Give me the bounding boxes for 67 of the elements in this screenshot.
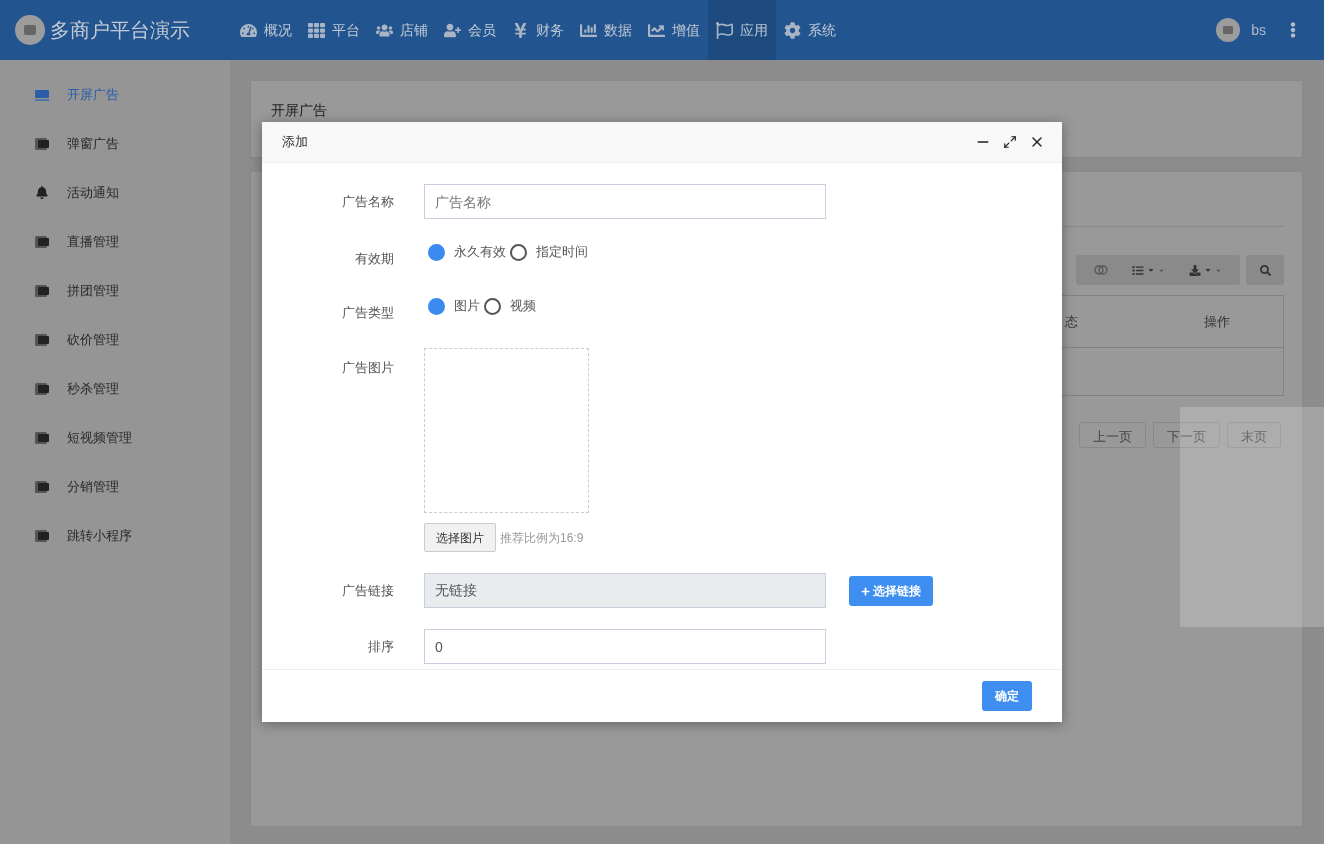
ad-icon xyxy=(35,529,49,542)
ad-icon xyxy=(35,431,49,444)
nav-item[interactable]: 平台 xyxy=(300,0,368,60)
ad-icon xyxy=(35,235,49,248)
ad-icon xyxy=(35,284,49,297)
field-label: 有效期 xyxy=(354,250,394,268)
nav-icon xyxy=(716,21,733,39)
field-label: 排序 xyxy=(367,638,394,656)
search-button[interactable] xyxy=(1246,255,1284,285)
nav-item[interactable]: 会员 xyxy=(436,0,504,60)
nav-icon xyxy=(240,21,257,39)
nav-item[interactable]: 增值 xyxy=(640,0,708,60)
sidebar-item[interactable]: 短视频管理 xyxy=(0,413,230,462)
ad-icon xyxy=(35,382,49,395)
user-avatar[interactable] xyxy=(1216,18,1241,42)
nav-item[interactable]: 概况 xyxy=(232,0,300,60)
nav-item[interactable]: 应用 xyxy=(708,0,776,60)
sidebar-item[interactable]: 跳转小程序 xyxy=(0,511,230,560)
radio-option[interactable]: 指定时间 xyxy=(510,242,588,262)
column-header: 态 xyxy=(1065,312,1078,331)
sidebar-item[interactable]: 秒杀管理 xyxy=(0,364,230,413)
sidebar-item[interactable]: 拼团管理 xyxy=(0,266,230,315)
sidebar-item[interactable]: 活动通知 xyxy=(0,168,230,217)
page-title: 开屏广告 xyxy=(271,102,327,118)
ad-icon xyxy=(35,480,49,493)
nav-icon xyxy=(308,21,325,39)
nav-icon xyxy=(784,21,801,39)
dialog-title: 添加 xyxy=(282,133,308,152)
nav-icon xyxy=(648,21,665,39)
ad-icon xyxy=(35,137,49,150)
text-field[interactable]: 广告名称 xyxy=(424,184,826,219)
field-label: 广告图片 xyxy=(341,359,394,377)
nav-icon xyxy=(444,21,461,39)
nav-item[interactable]: 系统 xyxy=(776,0,844,60)
sidebar-item[interactable]: 弹窗广告 xyxy=(0,119,230,168)
ad-icon xyxy=(35,333,49,346)
field-label: 广告链接 xyxy=(341,582,394,600)
ad-icon xyxy=(35,88,49,101)
nav-item[interactable]: 财务 xyxy=(504,0,572,60)
confirm-button[interactable]: 确定 xyxy=(982,681,1032,711)
field-label: 广告名称 xyxy=(341,193,394,211)
plus-icon xyxy=(861,586,870,596)
brand-logo xyxy=(15,15,45,45)
nav-icon xyxy=(580,21,597,39)
user-name[interactable]: bs xyxy=(1251,19,1266,41)
brand-title: 多商户平台演示 xyxy=(50,18,190,43)
hint-text: 推荐比例为16:9 xyxy=(500,529,584,547)
bell-icon xyxy=(36,186,48,199)
sidebar-item[interactable]: 直播管理 xyxy=(0,217,230,266)
text-field[interactable]: 0 xyxy=(424,629,826,664)
nav-icon xyxy=(512,21,529,39)
toggle-icon[interactable] xyxy=(1094,265,1108,275)
sidebar-item[interactable]: 分销管理 xyxy=(0,462,230,511)
radio-option[interactable]: 永久有效 xyxy=(428,242,506,262)
choose-image-button[interactable]: 选择图片 xyxy=(424,523,496,552)
nav-item[interactable]: 数据 xyxy=(572,0,640,60)
nav-item[interactable]: 店铺 xyxy=(368,0,436,60)
pagination-button[interactable]: 末页 xyxy=(1227,422,1281,448)
list-icon[interactable] xyxy=(1132,264,1144,276)
field-label: 广告类型 xyxy=(341,304,394,322)
maximize-icon[interactable] xyxy=(1003,135,1017,149)
radio-option[interactable]: 视频 xyxy=(484,296,536,316)
search-icon xyxy=(1259,264,1271,276)
column-header: 操作 xyxy=(1203,312,1230,331)
download-icon[interactable] xyxy=(1189,264,1201,276)
radio-option[interactable]: 图片 xyxy=(428,296,480,316)
sidebar-item[interactable]: 砍价管理 xyxy=(0,315,230,364)
